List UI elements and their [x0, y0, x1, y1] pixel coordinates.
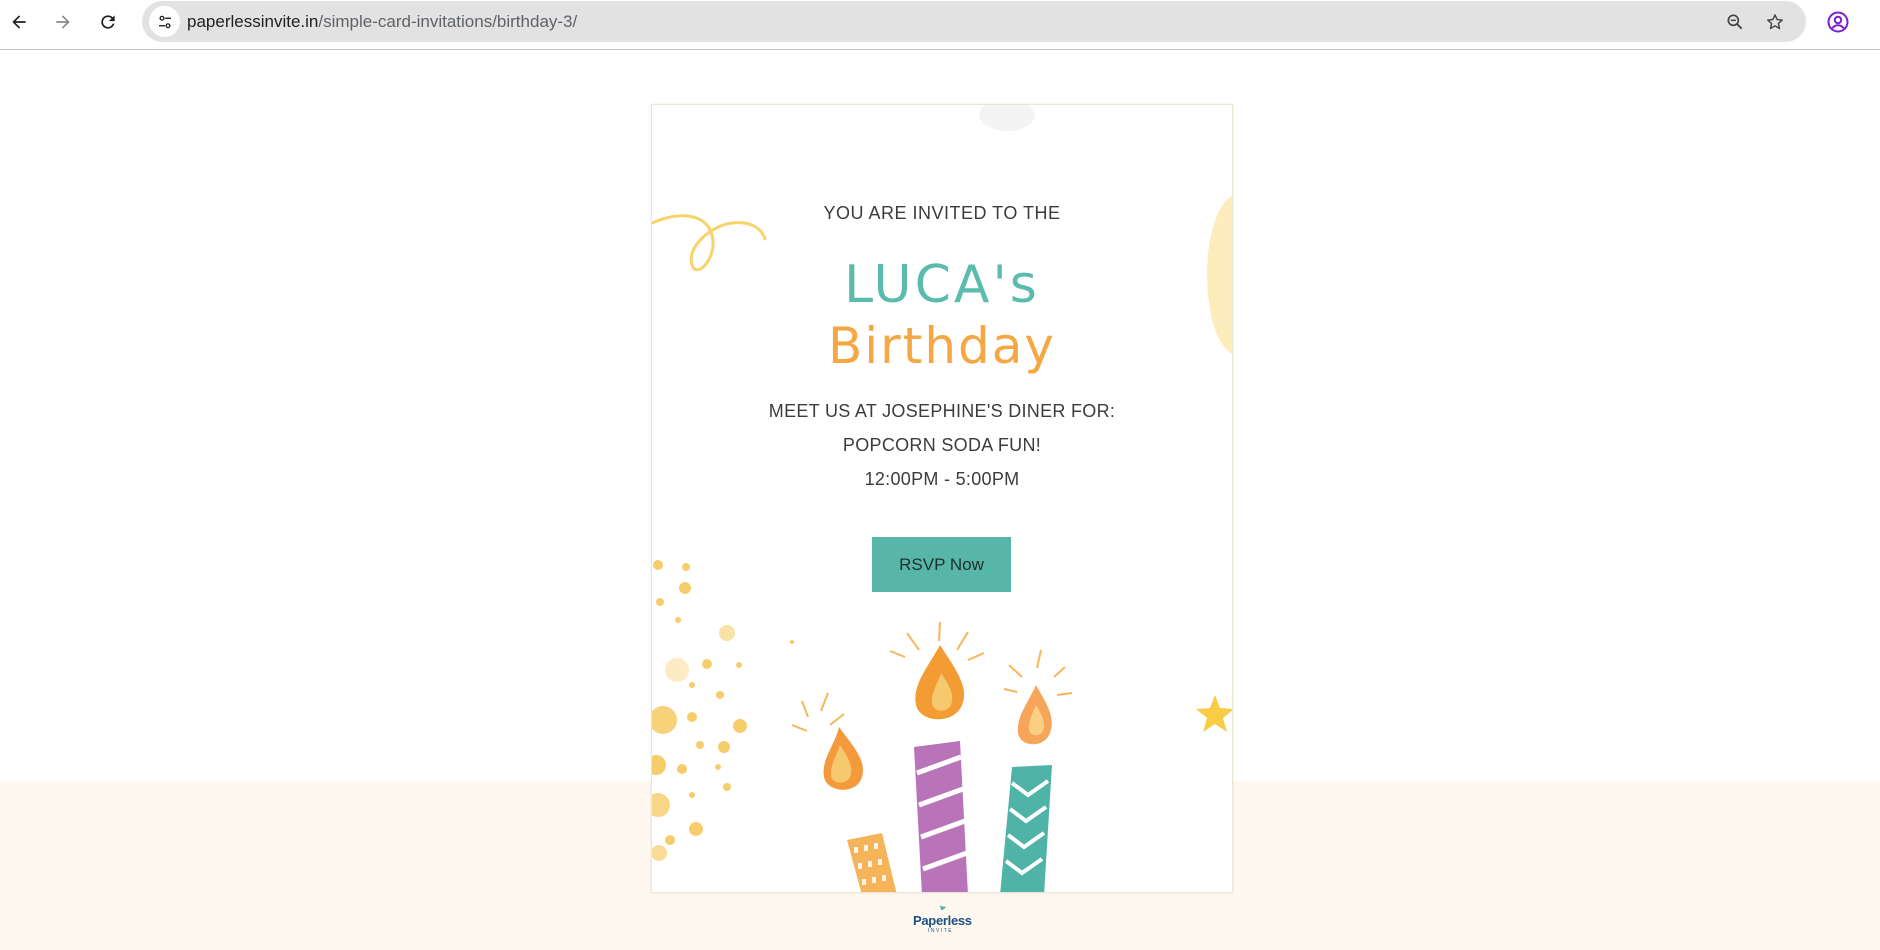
back-arrow-icon [12, 15, 26, 29]
confetti-decoration [652, 560, 794, 861]
site-info-button[interactable] [149, 6, 180, 37]
bookmark-button[interactable] [1762, 9, 1788, 35]
candle-left-decoration [791, 692, 897, 892]
invitation-card: YOU ARE INVITED TO THE LUCA's Birthday M… [651, 104, 1233, 893]
candle-middle-decoration [889, 621, 985, 892]
venue-line: MEET US AT JOSEPHINE'S DINER FOR: [768, 401, 1116, 421]
candle-right-decoration [1000, 649, 1073, 892]
profile-button[interactable] [1823, 7, 1853, 37]
back-button[interactable] [3, 6, 35, 38]
zoom-out-icon [1727, 14, 1743, 30]
browser-toolbar: paperlessinvite.in/simple-card-invitatio… [0, 0, 1880, 50]
rsvp-button[interactable]: RSVP Now [872, 537, 1011, 592]
forward-arrow-icon [56, 15, 70, 29]
account-circle-icon [1827, 11, 1849, 33]
star-icon [1767, 14, 1783, 30]
url-path: /simple-card-invitations/birthday-3/ [318, 12, 578, 31]
invited-heading: YOU ARE INVITED TO THE [823, 203, 1061, 223]
forward-button[interactable] [47, 6, 79, 38]
footer-logo[interactable]: Paperless INVITE [900, 904, 980, 934]
activity-line: POPCORN SODA FUN! [842, 435, 1042, 455]
url-host: paperlessinvite.in [187, 12, 319, 31]
occasion-title: Birthday [827, 317, 1056, 375]
celebrant-name: LUCA's [844, 255, 1040, 315]
logo-subtext: INVITE [928, 928, 954, 934]
reload-icon [101, 15, 115, 29]
time-line: 12:00PM - 5:00PM [864, 469, 1020, 489]
url-text[interactable]: paperlessinvite.in/simple-card-invitatio… [187, 12, 577, 32]
reload-button[interactable] [92, 6, 124, 38]
logo-text: Paperless [913, 913, 972, 928]
page-content: YOU ARE INVITED TO THE LUCA's Birthday M… [0, 51, 1880, 950]
tune-icon [158, 15, 171, 28]
address-bar[interactable]: paperlessinvite.in/simple-card-invitatio… [142, 1, 1806, 42]
zoom-button[interactable] [1722, 9, 1748, 35]
star-decoration [1196, 695, 1232, 732]
